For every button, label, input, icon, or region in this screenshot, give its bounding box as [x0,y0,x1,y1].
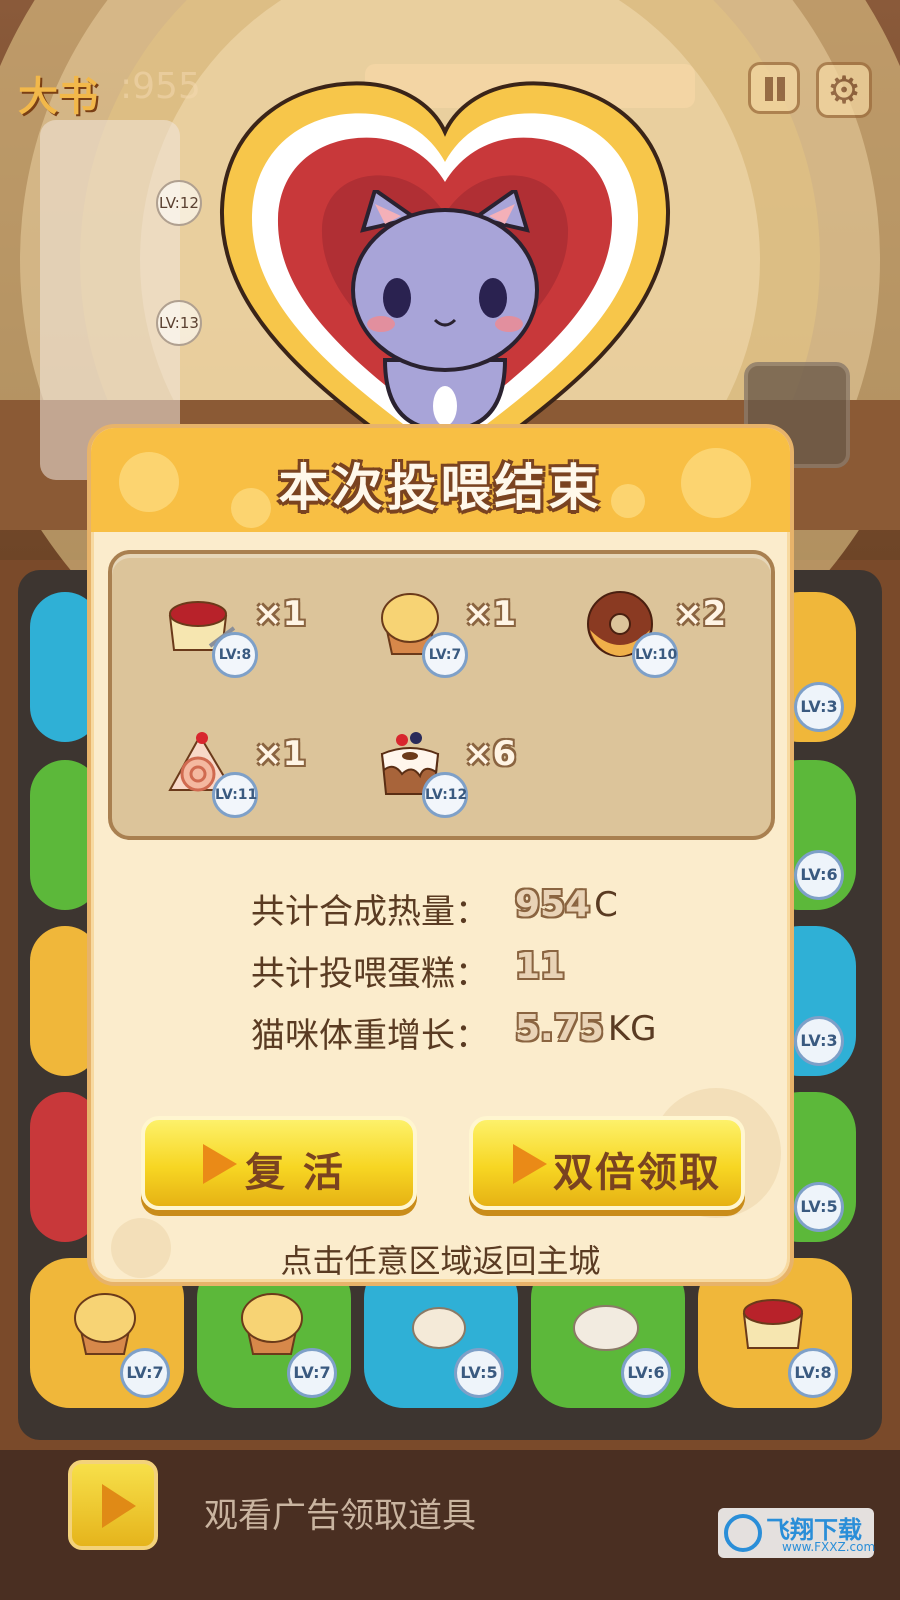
reward-item: LV:8 ×1 [112,574,312,678]
reward-level-badge: LV:7 [422,632,468,678]
stat-label: 共计投喂蛋糕： [251,954,489,994]
pudding-icon [742,1299,804,1349]
reward-quantity: ×6 [464,734,517,774]
watermark-logo-icon [724,1514,762,1552]
cat-mascot-icon [351,190,539,430]
tile-level-badge: LV:5 [454,1348,504,1398]
stat-label: 共计合成热量： [251,892,489,932]
reward-level-badge: LV:11 [212,772,258,818]
watch-ad-button[interactable] [68,1460,158,1550]
stat-label: 猫咪体重增长： [251,1016,489,1056]
gear-icon[interactable]: ⚙ [816,62,872,118]
tile-level-badge: LV:8 [788,1348,838,1398]
tile-level-badge: LV:3 [794,682,844,732]
watermark-url: www.FXXZ.com [782,1540,876,1554]
score-value: :955 [120,66,201,107]
reward-quantity: ×1 [464,594,517,634]
stat-unit: KG [607,1009,657,1049]
stat-unit: C [594,885,618,925]
reward-quantity: ×1 [254,594,307,634]
reward-level-badge: LV:10 [632,632,678,678]
reward-item: LV:11 ×1 [112,714,312,818]
stat-value: 954 C [515,884,618,925]
reward-panel: LV:8 ×1 LV:7 ×1 LV:10 ×2 LV:11 ×1 LV:12 … [108,550,775,840]
muffin-icon [241,1293,303,1355]
muffin-icon [74,1293,136,1355]
score-label: 大书 [18,74,98,120]
queue-level-badge: LV:13 [156,300,202,346]
reward-level-badge: LV:12 [422,772,468,818]
watch-ad-label[interactable]: 观看广告领取道具 [204,1488,476,1537]
double-claim-button-label: 双倍领取 [553,1150,721,1196]
stat-total-calories: 共计合成热量： 954 C [251,884,711,932]
stat-cakes-fed: 共计投喂蛋糕： 11 [251,946,711,994]
reward-level-badge: LV:8 [212,632,258,678]
pause-button[interactable] [748,62,800,114]
bun-icon [573,1305,639,1351]
return-hint[interactable]: 点击任意区域返回主城 [91,1236,790,1282]
play-icon [203,1144,237,1184]
tile-level-badge: LV:3 [794,1016,844,1066]
tile-level-badge: LV:7 [120,1348,170,1398]
tile-level-badge: LV:6 [794,850,844,900]
dialog-title: 本次投喂结束 [278,459,603,517]
tile-level-badge: LV:6 [621,1348,671,1398]
tile-level-badge: LV:5 [794,1182,844,1232]
stat-value: 5.75 KG [515,1008,657,1049]
tile-level-badge: LV:7 [287,1348,337,1398]
stat-weight-gain: 猫咪体重增长： 5.75 KG [251,1008,711,1056]
reward-quantity: ×2 [674,594,727,634]
site-watermark: 飞翔下载 www.FXXZ.com [718,1508,876,1558]
dough-icon [412,1307,466,1349]
reward-item: LV:12 ×6 [322,714,522,818]
double-claim-button[interactable]: 双倍领取 [469,1116,745,1210]
play-icon [513,1144,547,1184]
reward-item: LV:7 ×1 [322,574,522,678]
revive-button[interactable]: 复 活 [141,1116,417,1210]
revive-button-label: 复 活 [245,1150,345,1196]
queue-level-badge: LV:12 [156,180,202,226]
stat-value: 11 [515,946,566,987]
feeding-result-dialog: 本次投喂结束 LV:8 ×1 LV:7 ×1 LV:10 ×2 LV:11 ×1… [87,424,794,1286]
reward-quantity: ×1 [254,734,307,774]
reward-item: LV:10 ×2 [532,574,732,678]
